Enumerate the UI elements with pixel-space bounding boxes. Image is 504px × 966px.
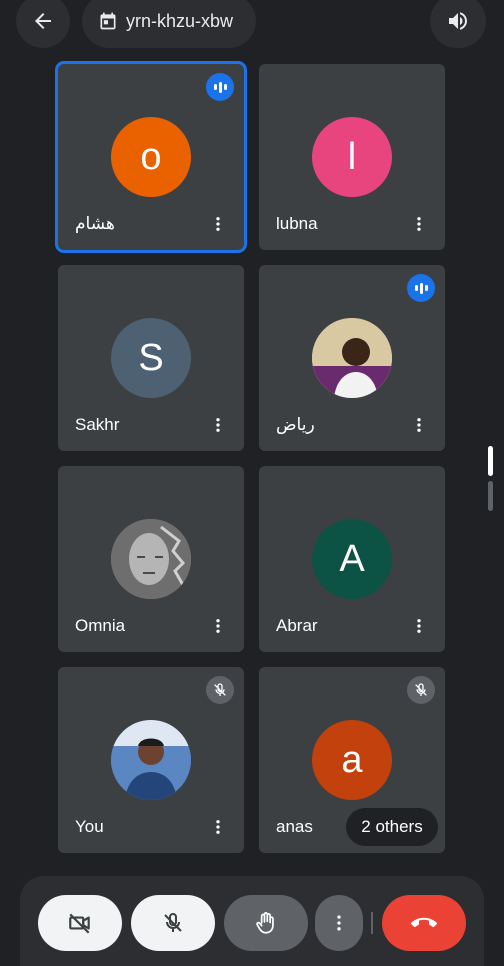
profile-photo xyxy=(312,318,392,398)
mic-off-icon xyxy=(415,683,427,696)
call-controls xyxy=(20,876,484,966)
more-vertical-icon xyxy=(417,619,421,633)
muted-indicator xyxy=(407,676,435,704)
avatar: S xyxy=(111,318,191,398)
more-vertical-icon xyxy=(216,418,220,432)
audio-level-icon xyxy=(414,282,428,294)
profile-photo xyxy=(111,720,191,800)
participant-name: رياض xyxy=(276,415,315,434)
participant-options-button[interactable] xyxy=(208,815,228,839)
camera-off-icon xyxy=(69,913,90,934)
participant-tile[interactable]: Omnia xyxy=(58,466,244,652)
mic-off-icon xyxy=(164,913,182,932)
back-button[interactable] xyxy=(16,0,70,48)
avatar-initial: S xyxy=(138,336,164,379)
participant-name: Sakhr xyxy=(75,415,120,434)
muted-indicator xyxy=(206,676,234,704)
audio-level-icon xyxy=(213,81,227,93)
more-options-button[interactable] xyxy=(315,895,363,951)
meeting-code: yrn-khzu-xbw xyxy=(126,10,234,31)
profile-photo xyxy=(111,519,191,599)
raise-hand-icon xyxy=(256,912,274,934)
more-vertical-icon xyxy=(417,418,421,432)
participant-tile[interactable]: l lubna xyxy=(259,64,445,250)
participant-options-button[interactable] xyxy=(208,212,228,236)
participant-tile[interactable]: You xyxy=(58,667,244,853)
speaking-indicator xyxy=(206,73,234,101)
others-label: 2 others xyxy=(361,817,423,836)
avatar: l xyxy=(312,117,392,197)
more-vertical-icon xyxy=(216,619,220,633)
scrollbar-thumb[interactable] xyxy=(488,446,493,476)
avatar: A xyxy=(312,519,392,599)
avatar-initial: a xyxy=(341,738,363,781)
participant-name: lubna xyxy=(276,214,318,233)
others-chip[interactable]: 2 others xyxy=(346,808,438,846)
avatar-initial: o xyxy=(140,135,162,178)
avatar: a xyxy=(312,720,392,800)
meet-call-screen: yrn-khzu-xbw o هشام l lubna S Sakhr رياض Omnia A… xyxy=(0,0,504,966)
participant-options-button[interactable] xyxy=(409,614,429,638)
more-vertical-icon xyxy=(417,217,421,231)
more-vertical-icon xyxy=(216,820,220,834)
avatar xyxy=(312,318,392,398)
participant-options-button[interactable] xyxy=(208,614,228,638)
participant-tile[interactable]: A Abrar xyxy=(259,466,445,652)
scrollbar-track[interactable] xyxy=(488,481,493,511)
raise-hand-button[interactable] xyxy=(224,895,308,951)
participant-name: Abrar xyxy=(276,616,318,635)
controls-divider xyxy=(371,912,373,934)
participant-tile[interactable]: o هشام xyxy=(58,64,244,250)
avatar xyxy=(111,720,191,800)
avatar xyxy=(111,519,191,599)
end-call-icon xyxy=(411,917,437,928)
speaker-icon xyxy=(449,12,467,30)
mic-toggle-button[interactable] xyxy=(131,895,215,951)
camera-toggle-button[interactable] xyxy=(38,895,122,951)
meeting-info-chip[interactable]: yrn-khzu-xbw xyxy=(82,0,256,48)
participant-tile[interactable]: S Sakhr xyxy=(58,265,244,451)
speaking-indicator xyxy=(407,274,435,302)
participant-name: anas xyxy=(276,817,313,836)
participant-options-button[interactable] xyxy=(409,212,429,236)
avatar-initial: A xyxy=(339,537,365,580)
calendar-icon xyxy=(100,12,116,30)
more-vertical-icon xyxy=(337,915,341,931)
audio-output-button[interactable] xyxy=(430,0,486,48)
participant-options-button[interactable] xyxy=(409,413,429,437)
avatar: o xyxy=(111,117,191,197)
participant-name: هشام xyxy=(75,214,115,233)
participant-name: Omnia xyxy=(75,616,126,635)
participant-name: You xyxy=(75,817,104,836)
more-vertical-icon xyxy=(216,217,220,231)
mic-off-icon xyxy=(214,683,226,696)
participant-tile[interactable]: رياض xyxy=(259,265,445,451)
participant-options-button[interactable] xyxy=(208,413,228,437)
top-bar: yrn-khzu-xbw xyxy=(0,0,504,50)
avatar-initial: l xyxy=(347,135,357,178)
end-call-button[interactable] xyxy=(382,895,466,951)
arrow-left-icon xyxy=(35,13,51,29)
